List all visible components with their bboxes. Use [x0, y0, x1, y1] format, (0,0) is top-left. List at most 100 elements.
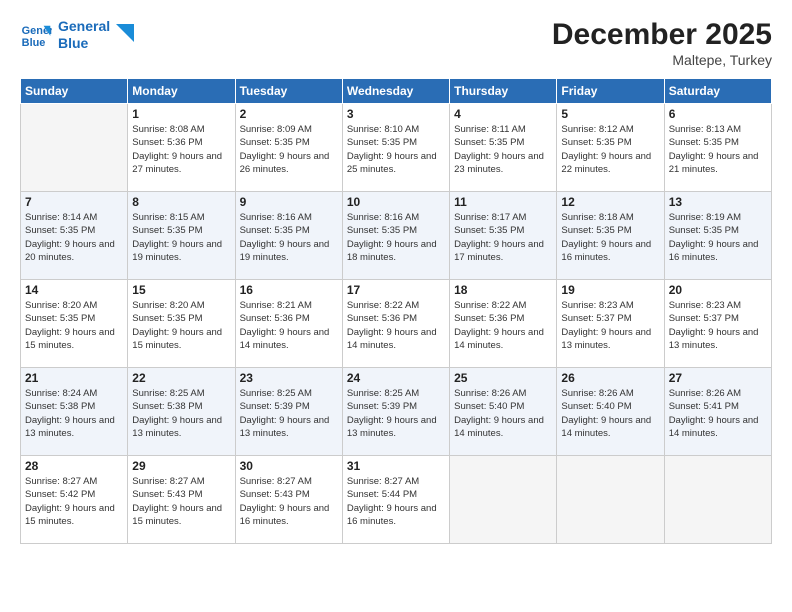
day-number: 12 [561, 195, 659, 209]
day-number: 25 [454, 371, 552, 385]
calendar-table: Sunday Monday Tuesday Wednesday Thursday… [20, 78, 772, 544]
table-row: 6Sunrise: 8:13 AMSunset: 5:35 PMDaylight… [664, 104, 771, 192]
day-number: 2 [240, 107, 338, 121]
day-info: Sunrise: 8:08 AMSunset: 5:36 PMDaylight:… [132, 123, 230, 176]
day-number: 16 [240, 283, 338, 297]
day-info: Sunrise: 8:11 AMSunset: 5:35 PMDaylight:… [454, 123, 552, 176]
day-info: Sunrise: 8:15 AMSunset: 5:35 PMDaylight:… [132, 211, 230, 264]
calendar-header-row: Sunday Monday Tuesday Wednesday Thursday… [21, 79, 772, 104]
logo-triangle-icon [116, 24, 134, 46]
day-number: 9 [240, 195, 338, 209]
table-row: 2 Sunrise: 8:09 AMSunset: 5:35 PMDaylight… [235, 104, 342, 192]
table-row [557, 456, 664, 544]
table-row: 26Sunrise: 8:26 AMSunset: 5:40 PMDayligh… [557, 368, 664, 456]
day-number: 29 [132, 459, 230, 473]
day-number: 14 [25, 283, 123, 297]
day-info: Sunrise: 8:25 AMSunset: 5:39 PMDaylight:… [347, 387, 445, 440]
table-row: 9 Sunrise: 8:16 AMSunset: 5:35 PMDaylight… [235, 192, 342, 280]
day-info: Sunrise: 8:21 AMSunset: 5:36 PMDaylight:… [240, 299, 338, 352]
table-row: 15 Sunrise: 8:20 AMSunset: 5:35 PMDayligh… [128, 280, 235, 368]
table-row: 31Sunrise: 8:27 AMSunset: 5:44 PMDayligh… [342, 456, 449, 544]
day-number: 17 [347, 283, 445, 297]
day-number: 15 [132, 283, 230, 297]
calendar-week-row: 28 Sunrise: 8:27 AMSunset: 5:42 PMDayligh… [21, 456, 772, 544]
table-row: 8Sunrise: 8:15 AMSunset: 5:35 PMDaylight… [128, 192, 235, 280]
day-info: Sunrise: 8:16 AMSunset: 5:35 PMDaylight:… [240, 211, 338, 264]
table-row: 25Sunrise: 8:26 AMSunset: 5:40 PMDayligh… [450, 368, 557, 456]
table-row: 17 Sunrise: 8:22 AMSunset: 5:36 PMDayligh… [342, 280, 449, 368]
day-number: 27 [669, 371, 767, 385]
header: General Blue General Blue December 2025 … [20, 18, 772, 68]
day-info: Sunrise: 8:27 AMSunset: 5:44 PMDaylight:… [347, 475, 445, 528]
day-number: 28 [25, 459, 123, 473]
col-saturday: Saturday [664, 79, 771, 104]
table-row [664, 456, 771, 544]
table-row: 29Sunrise: 8:27 AMSunset: 5:43 PMDayligh… [128, 456, 235, 544]
col-thursday: Thursday [450, 79, 557, 104]
day-number: 23 [240, 371, 338, 385]
logo-line2: Blue [58, 35, 110, 52]
table-row: 4 Sunrise: 8:11 AMSunset: 5:35 PMDaylight… [450, 104, 557, 192]
svg-text:Blue: Blue [22, 37, 46, 49]
day-info: Sunrise: 8:27 AMSunset: 5:43 PMDaylight:… [240, 475, 338, 528]
day-info: Sunrise: 8:25 AMSunset: 5:39 PMDaylight:… [240, 387, 338, 440]
table-row: 20 Sunrise: 8:23 AMSunset: 5:37 PMDayligh… [664, 280, 771, 368]
day-number: 4 [454, 107, 552, 121]
table-row: 10 Sunrise: 8:16 AMSunset: 5:35 PMDayligh… [342, 192, 449, 280]
table-row: 3Sunrise: 8:10 AMSunset: 5:35 PMDaylight… [342, 104, 449, 192]
day-number: 20 [669, 283, 767, 297]
day-info: Sunrise: 8:26 AMSunset: 5:40 PMDaylight:… [561, 387, 659, 440]
day-info: Sunrise: 8:14 AMSunset: 5:35 PMDaylight:… [25, 211, 123, 264]
table-row: 16 Sunrise: 8:21 AMSunset: 5:36 PMDayligh… [235, 280, 342, 368]
calendar-week-row: 1 Sunrise: 8:08 AMSunset: 5:36 PMDaylight… [21, 104, 772, 192]
col-wednesday: Wednesday [342, 79, 449, 104]
day-info: Sunrise: 8:23 AMSunset: 5:37 PMDaylight:… [561, 299, 659, 352]
day-number: 18 [454, 283, 552, 297]
day-number: 21 [25, 371, 123, 385]
table-row: 11 Sunrise: 8:17 AMSunset: 5:35 PMDayligh… [450, 192, 557, 280]
day-info: Sunrise: 8:22 AMSunset: 5:36 PMDaylight:… [347, 299, 445, 352]
logo-icon: General Blue [20, 19, 52, 51]
calendar-week-row: 21 Sunrise: 8:24 AMSunset: 5:38 PMDayligh… [21, 368, 772, 456]
logo: General Blue General Blue [20, 18, 134, 52]
day-info: Sunrise: 8:20 AMSunset: 5:35 PMDaylight:… [132, 299, 230, 352]
day-info: Sunrise: 8:19 AMSunset: 5:35 PMDaylight:… [669, 211, 767, 264]
table-row: 23 Sunrise: 8:25 AMSunset: 5:39 PMDayligh… [235, 368, 342, 456]
calendar-week-row: 7Sunrise: 8:14 AMSunset: 5:35 PMDaylight… [21, 192, 772, 280]
table-row: 1 Sunrise: 8:08 AMSunset: 5:36 PMDaylight… [128, 104, 235, 192]
day-info: Sunrise: 8:20 AMSunset: 5:35 PMDaylight:… [25, 299, 123, 352]
table-row: 18 Sunrise: 8:22 AMSunset: 5:36 PMDayligh… [450, 280, 557, 368]
logo-line1: General [58, 18, 110, 35]
day-info: Sunrise: 8:16 AMSunset: 5:35 PMDaylight:… [347, 211, 445, 264]
day-number: 11 [454, 195, 552, 209]
calendar-week-row: 14 Sunrise: 8:20 AMSunset: 5:35 PMDayligh… [21, 280, 772, 368]
title-block: December 2025 Maltepe, Turkey [552, 18, 772, 68]
day-number: 13 [669, 195, 767, 209]
day-info: Sunrise: 8:24 AMSunset: 5:38 PMDaylight:… [25, 387, 123, 440]
day-number: 30 [240, 459, 338, 473]
day-info: Sunrise: 8:18 AMSunset: 5:35 PMDaylight:… [561, 211, 659, 264]
table-row: 19 Sunrise: 8:23 AMSunset: 5:37 PMDayligh… [557, 280, 664, 368]
day-number: 10 [347, 195, 445, 209]
day-info: Sunrise: 8:22 AMSunset: 5:36 PMDaylight:… [454, 299, 552, 352]
page: General Blue General Blue December 2025 … [0, 0, 792, 612]
day-number: 19 [561, 283, 659, 297]
day-number: 24 [347, 371, 445, 385]
table-row: 22Sunrise: 8:25 AMSunset: 5:38 PMDayligh… [128, 368, 235, 456]
table-row: 14 Sunrise: 8:20 AMSunset: 5:35 PMDayligh… [21, 280, 128, 368]
day-info: Sunrise: 8:23 AMSunset: 5:37 PMDaylight:… [669, 299, 767, 352]
table-row: 27Sunrise: 8:26 AMSunset: 5:41 PMDayligh… [664, 368, 771, 456]
col-monday: Monday [128, 79, 235, 104]
col-friday: Friday [557, 79, 664, 104]
day-number: 1 [132, 107, 230, 121]
table-row: 24 Sunrise: 8:25 AMSunset: 5:39 PMDayligh… [342, 368, 449, 456]
day-info: Sunrise: 8:09 AMSunset: 5:35 PMDaylight:… [240, 123, 338, 176]
table-row: 28 Sunrise: 8:27 AMSunset: 5:42 PMDayligh… [21, 456, 128, 544]
day-info: Sunrise: 8:17 AMSunset: 5:35 PMDaylight:… [454, 211, 552, 264]
table-row [21, 104, 128, 192]
month-title: December 2025 [552, 18, 772, 52]
location: Maltepe, Turkey [552, 52, 772, 68]
table-row: 30 Sunrise: 8:27 AMSunset: 5:43 PMDayligh… [235, 456, 342, 544]
day-info: Sunrise: 8:27 AMSunset: 5:42 PMDaylight:… [25, 475, 123, 528]
day-info: Sunrise: 8:12 AMSunset: 5:35 PMDaylight:… [561, 123, 659, 176]
